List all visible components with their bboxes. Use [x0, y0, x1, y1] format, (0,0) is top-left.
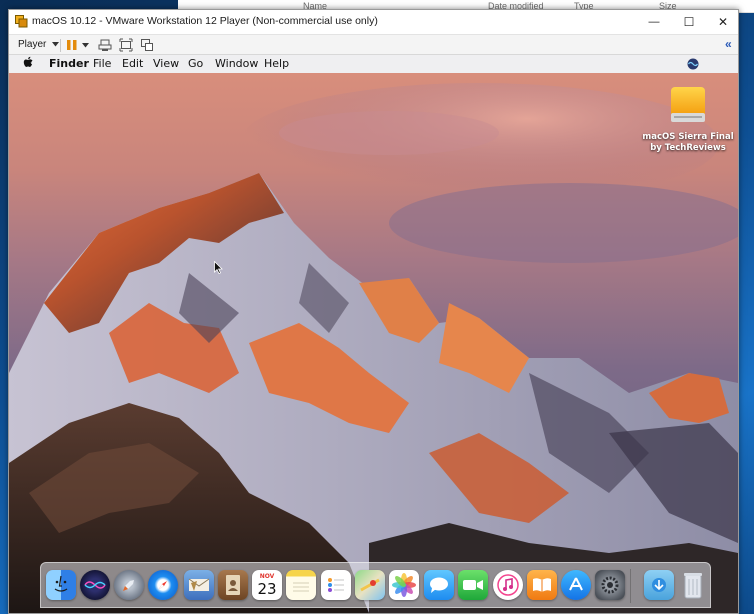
player-menu-button[interactable]: Player [18, 39, 60, 50]
dock-messages-icon[interactable] [424, 570, 454, 600]
dock-mail-icon[interactable] [184, 570, 214, 600]
apple-menu-icon[interactable] [23, 56, 34, 72]
collapse-toolbar-button[interactable]: « [725, 37, 732, 51]
maximize-button[interactable]: ☐ [672, 10, 706, 34]
player-menu-label: Player [18, 39, 47, 50]
dock-contacts-icon[interactable] [218, 570, 248, 600]
minimize-icon: — [648, 16, 660, 28]
dock-ibooks-icon[interactable] [527, 570, 557, 600]
dock-launchpad-icon[interactable] [114, 570, 144, 600]
macos-guest-screen[interactable]: Finder File Edit View Go Window Help mac… [9, 55, 738, 613]
menu-go[interactable]: Go [188, 57, 203, 70]
dock-itunes-icon[interactable] [493, 570, 523, 600]
mouse-pointer-icon [214, 261, 223, 274]
calendar-day-label: 23 [257, 580, 277, 598]
menu-help[interactable]: Help [264, 57, 289, 70]
dock-calendar-icon[interactable]: NOV 23 [252, 570, 282, 600]
desktop-icon-label-line1: macOS Sierra Final [642, 132, 734, 142]
close-icon: ✕ [717, 15, 729, 29]
dock-photos-icon[interactable] [389, 570, 419, 600]
dock-safari-icon[interactable] [148, 570, 178, 600]
vmware-titlebar[interactable]: macOS 10.12 - VMware Workstation 12 Play… [9, 10, 738, 34]
dock-separator [630, 569, 631, 603]
siri-menubar-icon[interactable] [687, 58, 699, 70]
dock-facetime-icon[interactable] [458, 570, 488, 600]
macos-menubar: Finder File Edit View Go Window Help [9, 55, 738, 73]
desktop-icon-label: macOS Sierra Final by TechReviews [641, 132, 735, 154]
pause-icon[interactable] [65, 38, 79, 52]
desktop-drive-icon[interactable]: macOS Sierra Final by TechReviews [641, 85, 735, 154]
menu-file[interactable]: File [93, 57, 111, 70]
window-title: macOS 10.12 - VMware Workstation 12 Play… [32, 15, 378, 27]
unity-icon[interactable] [140, 38, 154, 52]
dock-system-preferences-icon[interactable] [595, 570, 625, 600]
menu-view[interactable]: View [153, 57, 179, 70]
dock-reminders-icon[interactable] [321, 570, 351, 600]
sierra-wallpaper [9, 73, 738, 613]
close-button[interactable]: ✕ [706, 10, 740, 34]
external-drive-icon [671, 87, 705, 122]
dock-maps-icon[interactable] [355, 570, 385, 600]
toolbar-divider [60, 39, 61, 52]
menu-window[interactable]: Window [215, 57, 258, 70]
desktop-icon-label-line2: by TechReviews [650, 143, 726, 153]
dock-finder-icon[interactable] [46, 570, 76, 600]
full-screen-icon[interactable] [119, 38, 133, 52]
macos-dock: NOV 23 [40, 562, 711, 608]
vmware-window: macOS 10.12 - VMware Workstation 12 Play… [8, 9, 739, 614]
menu-finder[interactable]: Finder [49, 57, 89, 70]
vmware-toolbar: Player « [9, 34, 738, 55]
vmware-app-icon [15, 15, 28, 28]
dock-notes-icon[interactable] [286, 570, 316, 600]
dock-downloads-icon[interactable] [644, 570, 674, 600]
dock-trash-icon[interactable] [678, 570, 708, 600]
dock-app-store-icon[interactable] [561, 570, 591, 600]
chevron-down-icon [52, 41, 60, 47]
minimize-button[interactable]: — [637, 10, 671, 34]
menu-edit[interactable]: Edit [122, 57, 143, 70]
send-ctrl-alt-del-icon[interactable] [98, 38, 112, 52]
maximize-icon: ☐ [683, 15, 695, 29]
dock-siri-icon[interactable] [80, 570, 110, 600]
pause-dropdown-icon[interactable] [82, 43, 89, 48]
